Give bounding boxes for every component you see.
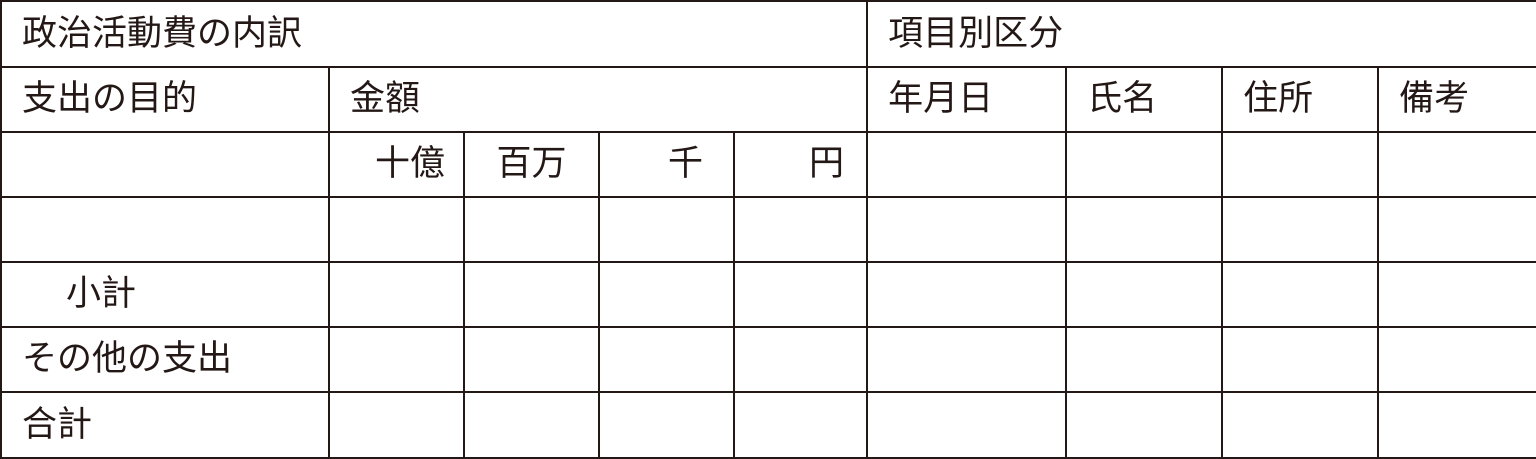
unit-row-remarks-cell: [1377, 131, 1536, 198]
total-thousand-cell[interactable]: [598, 391, 735, 459]
other-yen-cell[interactable]: [732, 326, 869, 393]
other-name-cell[interactable]: [1065, 326, 1224, 393]
other-billion-cell[interactable]: [328, 326, 465, 393]
unit-yen: 円: [809, 144, 845, 184]
other-date-cell[interactable]: [866, 326, 1068, 393]
remarks-header: 備考: [1399, 79, 1470, 119]
subtotal-row: 小計: [0, 261, 1536, 328]
other-thousand-cell[interactable]: [598, 326, 735, 393]
subtotal-address-cell[interactable]: [1221, 261, 1380, 328]
column-header-row: 支出の目的 金額 年月日 氏名 住所 備考: [0, 66, 1536, 133]
unit-thousand-cell: 千: [598, 131, 735, 198]
address-header: 住所: [1243, 79, 1314, 119]
unit-row: 十億 百万 千 円: [0, 131, 1536, 198]
purpose-header: 支出の目的: [22, 79, 198, 119]
amount-header-cell: 金額: [327, 66, 869, 133]
entry-purpose-cell[interactable]: [0, 196, 330, 263]
unit-million: 百万: [496, 144, 567, 184]
unit-row-purpose-cell: [0, 131, 330, 198]
other-expenses-label: その他の支出: [22, 339, 233, 379]
total-name-cell[interactable]: [1065, 391, 1224, 459]
entry-name-cell[interactable]: [1065, 196, 1224, 263]
subtotal-yen-cell[interactable]: [732, 261, 869, 328]
breakdown-title: 政治活動費の内訳: [22, 13, 303, 54]
other-remarks-cell[interactable]: [1377, 326, 1536, 393]
name-header-cell: 氏名: [1065, 66, 1224, 133]
other-million-cell[interactable]: [463, 326, 600, 393]
address-header-cell: 住所: [1221, 66, 1380, 133]
entry-address-cell[interactable]: [1221, 196, 1380, 263]
subtotal-label-cell: 小計: [0, 261, 330, 328]
category-title: 項目別区分: [888, 13, 1064, 54]
entry-date-cell[interactable]: [866, 196, 1068, 263]
total-label-cell: 合計: [0, 391, 330, 459]
entry-yen-cell[interactable]: [732, 196, 869, 263]
unit-million-cell: 百万: [463, 131, 600, 198]
remarks-header-cell: 備考: [1377, 66, 1536, 133]
name-header: 氏名: [1087, 79, 1158, 119]
title-row: 政治活動費の内訳 項目別区分: [0, 0, 1536, 68]
total-date-cell[interactable]: [866, 391, 1068, 459]
entry-remarks-cell[interactable]: [1377, 196, 1536, 263]
breakdown-title-cell: 政治活動費の内訳: [0, 0, 869, 68]
unit-row-address-cell: [1221, 131, 1380, 198]
other-expenses-row: その他の支出: [0, 326, 1536, 393]
total-row: 合計: [0, 391, 1536, 459]
category-title-cell: 項目別区分: [866, 0, 1536, 68]
entry-billion-cell[interactable]: [328, 196, 465, 263]
subtotal-label: 小計: [66, 274, 137, 314]
purpose-header-cell: 支出の目的: [0, 66, 330, 133]
unit-row-date-cell: [866, 131, 1068, 198]
total-address-cell[interactable]: [1221, 391, 1380, 459]
unit-yen-cell: 円: [732, 131, 869, 198]
unit-row-name-cell: [1065, 131, 1224, 198]
subtotal-billion-cell[interactable]: [328, 261, 465, 328]
subtotal-remarks-cell[interactable]: [1377, 261, 1536, 328]
unit-billion: 十億: [374, 144, 445, 184]
entry-million-cell[interactable]: [463, 196, 600, 263]
total-million-cell[interactable]: [463, 391, 600, 459]
unit-thousand: 千: [667, 144, 703, 184]
subtotal-million-cell[interactable]: [463, 261, 600, 328]
date-header-cell: 年月日: [866, 66, 1068, 133]
subtotal-name-cell[interactable]: [1065, 261, 1224, 328]
subtotal-date-cell[interactable]: [866, 261, 1068, 328]
subtotal-thousand-cell[interactable]: [598, 261, 735, 328]
political-activity-expense-form: 政治活動費の内訳 項目別区分 支出の目的 金額 年月日 氏名 住所 備考 十億: [0, 0, 1536, 459]
total-remarks-cell[interactable]: [1377, 391, 1536, 459]
total-billion-cell[interactable]: [328, 391, 465, 459]
total-label: 合計: [22, 404, 93, 445]
total-yen-cell[interactable]: [732, 391, 869, 459]
entry-thousand-cell[interactable]: [598, 196, 735, 263]
other-expenses-label-cell: その他の支出: [0, 326, 330, 393]
unit-billion-cell: 十億: [328, 131, 465, 198]
date-header: 年月日: [888, 79, 994, 119]
entry-row: [0, 196, 1536, 263]
other-address-cell[interactable]: [1221, 326, 1380, 393]
amount-header: 金額: [350, 79, 421, 119]
